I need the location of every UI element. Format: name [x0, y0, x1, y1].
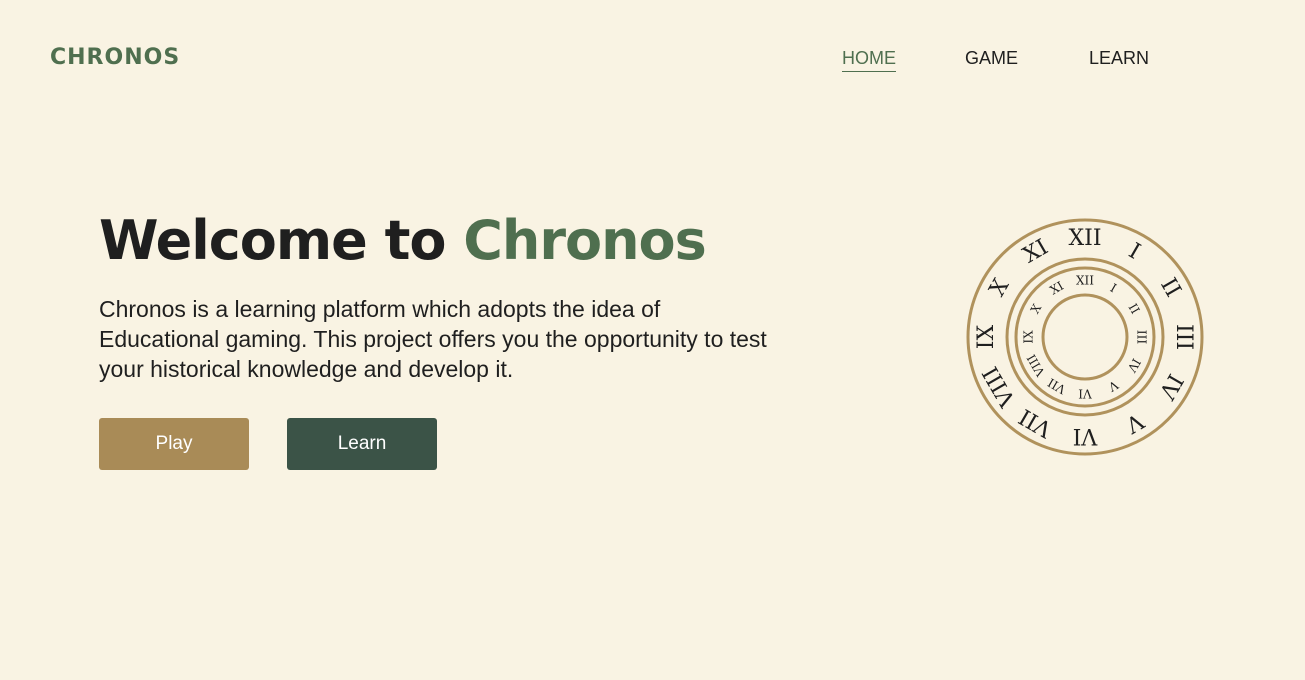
clock-numeral-xii: XII — [1068, 226, 1101, 251]
hero-description: Chronos is a learning platform which ado… — [99, 296, 767, 382]
clock-numeral-iv: IV — [1153, 369, 1187, 404]
clock-numeral-xi: XI — [1019, 235, 1053, 269]
clock-numeral-vi: VI — [1078, 387, 1093, 401]
hero-section: Welcome to Chronos Chronos is a learning… — [99, 206, 799, 470]
clock-numeral-vi: VI — [1073, 423, 1099, 448]
clock-numeral-iii: III — [1135, 330, 1149, 344]
clock-numeral-v: V — [1106, 377, 1122, 394]
clock-numeral-iv: IV — [1124, 356, 1143, 375]
clock-numeral-ii: II — [1155, 274, 1185, 302]
clock-numeral-x: X — [1028, 301, 1045, 316]
clock-numeral-i: I — [1124, 239, 1144, 265]
hero-buttons: Play Learn — [99, 418, 799, 470]
clock-inner-numerals: XIIIIIIIIIVVVIVIIVIIIIXXXI — [1022, 274, 1149, 401]
clock-numeral-ii: II — [1125, 301, 1142, 316]
clock-numeral-ix: IX — [974, 324, 999, 349]
clock-numeral-x: X — [985, 274, 1015, 300]
clock-numeral-xi: XI — [1047, 279, 1066, 298]
nav-home-link[interactable]: HOME — [842, 48, 896, 72]
clock-numeral-xii: XII — [1076, 274, 1094, 288]
logo[interactable]: CHRONOS — [50, 45, 180, 70]
clock-inner-ring — [1014, 266, 1156, 408]
hero-title-accent: Chronos — [463, 209, 706, 272]
clock-numeral-vii: VII — [1045, 375, 1069, 397]
hero-title-prefix: Welcome to — [99, 209, 464, 272]
clock-core-ring — [1041, 293, 1129, 381]
main-nav: HOME GAME LEARN — [842, 48, 1149, 72]
hero-title: Welcome to Chronos — [99, 206, 799, 276]
nav-learn-link[interactable]: LEARN — [1089, 48, 1149, 72]
clock-outer-ring — [966, 218, 1204, 456]
nav-game-link[interactable]: GAME — [965, 48, 1018, 72]
clock-numeral-v: V — [1120, 407, 1148, 438]
play-button[interactable]: Play — [99, 418, 249, 470]
learn-button[interactable]: Learn — [287, 418, 437, 470]
clock-numeral-i: I — [1108, 281, 1119, 296]
clock-illustration: XIIIIIIIIIVVVIVIIVIIIIXXXI XIIIIIIIIIVVV… — [966, 218, 1204, 456]
clock-numeral-iii: III — [1171, 324, 1196, 350]
clock-numeral-ix: IX — [1022, 330, 1036, 344]
